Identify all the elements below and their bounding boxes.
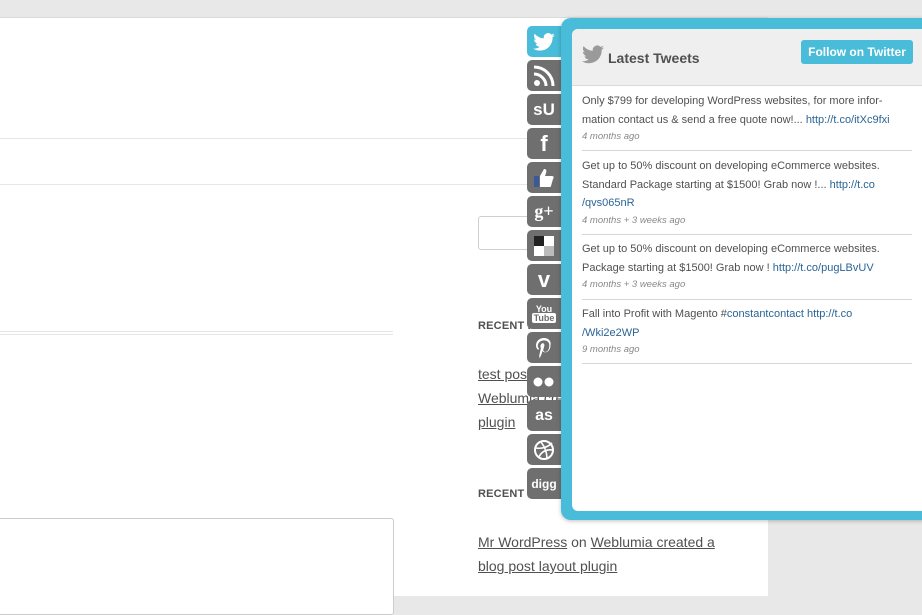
- pinterest-icon: [536, 337, 551, 358]
- google-plus-icon: g+: [534, 201, 554, 221]
- social-tab-rss[interactable]: [527, 60, 561, 91]
- tweet-text: Only $799 for developing WordPress websi…: [582, 95, 883, 107]
- vimeo-icon: v: [537, 266, 551, 292]
- tweet-text: Get up to 50% discount on developing eCo…: [582, 243, 880, 255]
- tweet-timestamp: 4 months + 3 weeks ago: [582, 279, 686, 290]
- twitter-icon: [533, 32, 555, 51]
- tweet-link[interactable]: http://t.co/pugLBvUV: [773, 262, 874, 274]
- recent-comment: Mr WordPress on Weblumia created a blog …: [478, 530, 738, 578]
- tweet-hashtag-link[interactable]: constantcontact: [727, 308, 804, 320]
- tweet-link[interactable]: http://t.co: [830, 179, 875, 191]
- tweet-item: Fall into Profit with Magento #constantc…: [582, 305, 912, 357]
- follow-on-twitter-button[interactable]: Follow on Twitter: [801, 40, 913, 64]
- divider: [0, 331, 393, 332]
- tweet-divider: [582, 363, 912, 364]
- flickr-icon: [533, 377, 554, 386]
- thumbs-up-icon: [534, 168, 554, 187]
- tweet-text: Get up to 50% discount on developing eCo…: [582, 160, 880, 172]
- tweet-text: Package starting at $1500! Grab now !: [582, 261, 773, 274]
- social-tab-dribbble[interactable]: [527, 434, 561, 465]
- social-tab-flickr[interactable]: [527, 366, 561, 397]
- social-tab-stumbleupon[interactable]: sU: [527, 94, 561, 125]
- social-tab-google-plus[interactable]: g+: [527, 196, 561, 227]
- comment-connector: on: [567, 534, 591, 550]
- facebook-icon: f: [540, 130, 548, 156]
- twitter-icon: [582, 45, 604, 64]
- rss-icon: [533, 65, 555, 86]
- tweet-text: Fall into Profit with Magento #: [582, 308, 727, 320]
- social-tab-facebook[interactable]: f: [527, 128, 561, 159]
- tweet-link[interactable]: http://t.co: [807, 308, 852, 320]
- social-tab-youtube[interactable]: You Tube: [527, 298, 561, 329]
- social-tab-pinterest[interactable]: [527, 332, 561, 363]
- divider: [0, 334, 393, 335]
- tweet-divider: [582, 150, 912, 151]
- tweet-panel-title: Latest Tweets: [608, 50, 700, 66]
- delicious-icon: [534, 235, 554, 256]
- social-tab-delicious[interactable]: [527, 230, 561, 261]
- social-tab-like[interactable]: [527, 162, 561, 193]
- tweet-panel-header: Latest Tweets Follow on Twitter: [572, 29, 922, 86]
- recent-post-link[interactable]: plugin: [478, 414, 515, 430]
- dribbble-icon: [534, 439, 554, 460]
- digg-icon: digg: [531, 476, 557, 491]
- tweet-timestamp: 9 months ago: [582, 344, 640, 355]
- tweet-panel-content: Latest Tweets Follow on Twitter Only $79…: [572, 29, 922, 511]
- tweet-text: Standard Package starting at $1500! Grab…: [582, 178, 830, 191]
- lastfm-icon: as: [535, 406, 553, 424]
- tweet-link[interactable]: http://t.co/itXc9fxi: [806, 114, 890, 126]
- recent-post-link[interactable]: test post: [478, 366, 531, 382]
- tweet-item: Only $799 for developing WordPress websi…: [582, 92, 912, 144]
- comment-author-link[interactable]: Mr WordPress: [478, 534, 567, 550]
- comment-form-box[interactable]: [0, 518, 394, 615]
- youtube-icon: You Tube: [531, 303, 557, 323]
- tweet-divider: [582, 299, 912, 300]
- social-tab-vimeo[interactable]: v: [527, 264, 561, 295]
- tweet-link[interactable]: /Wki2e2WP: [582, 327, 639, 339]
- stumbleupon-icon: sU: [533, 99, 555, 119]
- social-tab-digg[interactable]: digg: [527, 468, 561, 499]
- tweet-timestamp: 4 months + 3 weeks ago: [582, 214, 686, 226]
- tweet-divider: [582, 234, 912, 235]
- tweet-text: mation contact us & send a free quote no…: [582, 113, 806, 126]
- social-tab-lastfm[interactable]: as: [527, 400, 561, 431]
- tweet-item: Get up to 50% discount on developing eCo…: [582, 240, 912, 292]
- tweet-timestamp: 4 months ago: [582, 131, 640, 142]
- tweet-item: Get up to 50% discount on developing eCo…: [582, 157, 912, 228]
- latest-tweets-panel: Latest Tweets Follow on Twitter Only $79…: [561, 18, 922, 520]
- tweet-link[interactable]: /qvs065nR: [582, 197, 635, 209]
- social-tab-twitter[interactable]: [527, 26, 561, 57]
